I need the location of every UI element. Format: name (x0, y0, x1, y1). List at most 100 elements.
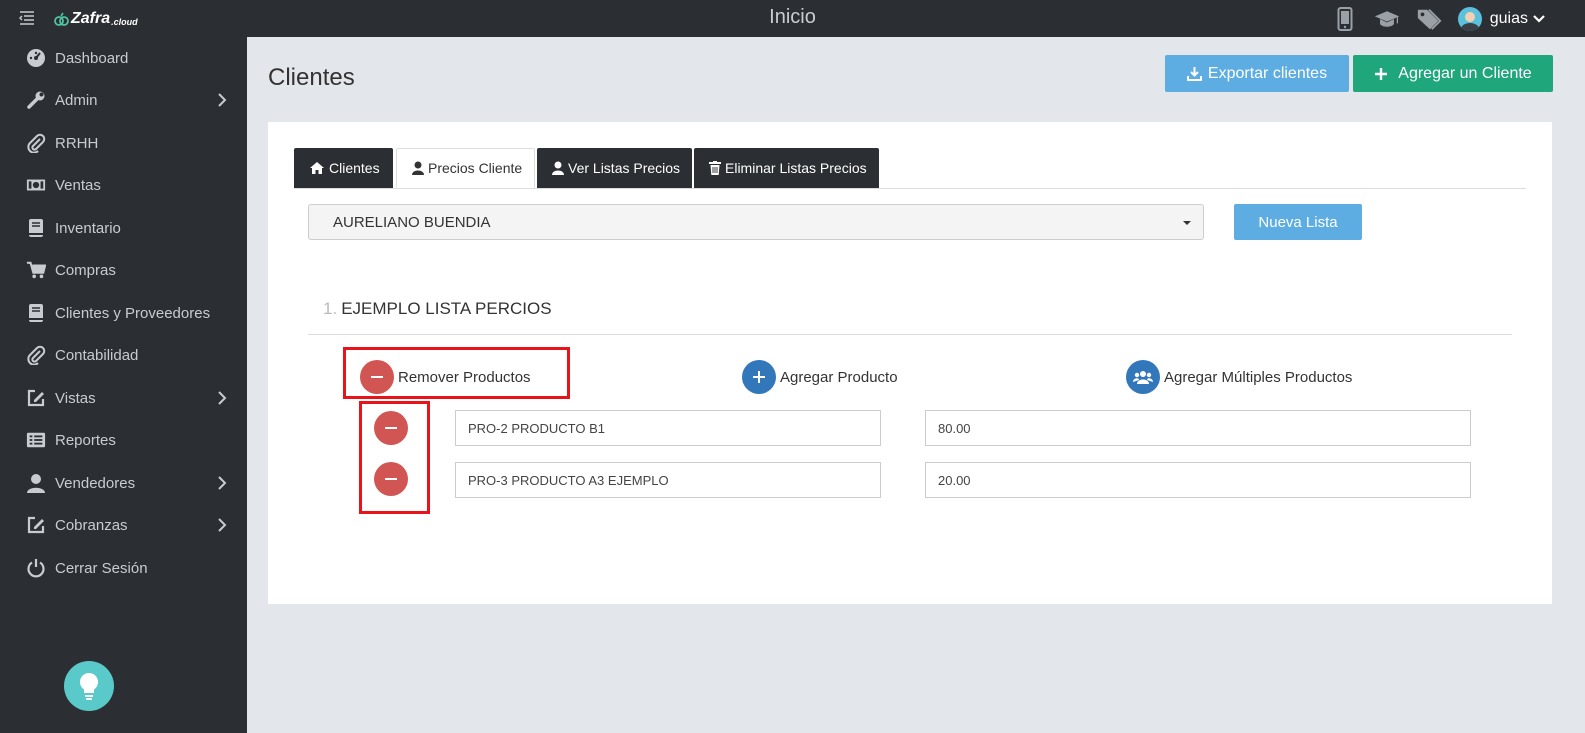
add-product-button[interactable]: Agregar Producto (742, 360, 898, 394)
sidebar-item-label: RRHH (55, 134, 99, 152)
tags-icon[interactable] (1416, 6, 1442, 32)
chevron-right-icon (218, 391, 227, 405)
client-select[interactable]: AURELIANO BUENDIA (308, 204, 1204, 240)
sidebar-item-admin[interactable]: Admin (0, 79, 247, 121)
add-client-label: Agregar un Cliente (1398, 64, 1532, 82)
book-icon (26, 218, 46, 238)
new-list-button[interactable]: Nueva Lista (1234, 204, 1362, 240)
sidebar-item-cerrar-sesion[interactable]: Cerrar Sesión (0, 547, 247, 589)
power-icon (26, 558, 46, 578)
top-bar: Zafra .cloud Inicio guias (0, 0, 1585, 37)
remove-row-button[interactable] (374, 411, 408, 445)
tab-label: Precios Cliente (428, 160, 523, 176)
client-select-value: AURELIANO BUENDIA (333, 213, 491, 231)
price-list-number: 1. (323, 299, 338, 318)
edit-icon (26, 388, 46, 408)
sidebar-item-label: Contabilidad (55, 346, 139, 364)
sidebar-item-vendedores[interactable]: Vendedores (0, 462, 247, 504)
book-icon (26, 303, 46, 323)
sidebar-item-label: Compras (55, 261, 116, 279)
product-field[interactable] (455, 410, 881, 446)
app-logo[interactable]: Zafra .cloud (54, 10, 138, 28)
user-menu[interactable]: guias (1457, 6, 1545, 31)
export-clients-label: Exportar clientes (1207, 64, 1328, 82)
export-clients-button[interactable]: Exportar clientes (1165, 55, 1349, 92)
mobile-icon[interactable] (1332, 6, 1358, 32)
sidebar-item-dashboard[interactable]: Dashboard (0, 37, 247, 79)
trash-icon (709, 161, 721, 175)
help-button[interactable] (64, 661, 114, 711)
minus-icon (385, 427, 397, 429)
price-list-name: EJEMPLO LISTA PERCIOS (341, 299, 552, 318)
sidebar-item-rrhh[interactable]: RRHH (0, 122, 247, 164)
tab-clientes[interactable]: Clientes (294, 148, 393, 188)
tab-eliminar-listas-precios[interactable]: Eliminar Listas Precios (694, 148, 879, 188)
chevron-right-icon (218, 518, 227, 532)
menu-icon[interactable] (18, 9, 36, 27)
sidebar-item-label: Inventario (55, 219, 121, 237)
sidebar-item-inventario[interactable]: Inventario (0, 207, 247, 249)
download-icon (1186, 67, 1202, 81)
cart-icon (26, 260, 46, 280)
caret-down-icon (1183, 221, 1191, 225)
minus-icon (385, 478, 397, 480)
sidebar-item-label: Vistas (55, 389, 96, 407)
page-title: Clientes (268, 64, 355, 91)
sidebar-item-label: Vendedores (55, 474, 136, 492)
sidebar-item-ventas[interactable]: Ventas (0, 164, 247, 206)
sidebar-item-label: Cerrar Sesión (55, 559, 148, 577)
content-card: Clientes Precios Cliente Ver Listas Prec… (268, 122, 1552, 604)
price-field[interactable] (925, 410, 1471, 446)
price-list-title: 1. EJEMPLO LISTA PERCIOS (323, 299, 552, 319)
sidebar-item-label: Admin (55, 91, 98, 109)
wrench-icon (26, 90, 46, 110)
sidebar-item-label: Clientes y Proveedores (55, 304, 211, 322)
avatar (1457, 6, 1482, 31)
price-field[interactable] (925, 462, 1471, 498)
tab-label: Eliminar Listas Precios (725, 160, 867, 176)
user-icon (412, 161, 424, 175)
chevron-right-icon (218, 476, 227, 490)
chevron-down-icon (1533, 14, 1545, 23)
add-multiple-products-label: Agregar Múltiples Productos (1164, 368, 1353, 386)
sidebar-item-cobranzas[interactable]: Cobranzas (0, 504, 247, 546)
sidebar-item-label: Cobranzas (55, 516, 128, 534)
list-divider (308, 334, 1512, 335)
user-name: guias (1489, 9, 1528, 27)
logo-mark-icon (54, 12, 69, 26)
edit-icon (26, 515, 46, 535)
remove-products-label: Remover Productos (398, 368, 531, 386)
add-product-label: Agregar Producto (780, 368, 898, 386)
users-icon (1126, 360, 1160, 394)
product-field[interactable] (455, 462, 881, 498)
tab-divider (294, 188, 1526, 189)
sidebar-item-clientes-proveedores[interactable]: Clientes y Proveedores (0, 292, 247, 334)
sidebar: Dashboard Admin RRHH Ventas Inventario C… (0, 37, 247, 733)
graduation-cap-icon[interactable] (1374, 6, 1400, 32)
tab-label: Clientes (329, 160, 380, 176)
sidebar-item-contabilidad[interactable]: Contabilidad (0, 334, 247, 376)
plus-icon (1375, 67, 1388, 80)
remove-products-button[interactable]: Remover Productos (360, 360, 531, 394)
user-icon (552, 161, 564, 175)
tab-ver-listas-precios[interactable]: Ver Listas Precios (537, 148, 692, 188)
sidebar-item-compras[interactable]: Compras (0, 249, 247, 291)
sidebar-item-label: Reportes (55, 431, 116, 449)
paperclip-icon (26, 133, 46, 153)
tab-label: Ver Listas Precios (568, 160, 681, 176)
chevron-right-icon (218, 93, 227, 107)
money-icon (26, 175, 46, 195)
sidebar-item-label: Dashboard (55, 49, 129, 67)
lightbulb-icon (79, 672, 99, 700)
remove-row-button[interactable] (374, 462, 408, 496)
plus-icon (742, 360, 776, 394)
dashboard-icon (26, 48, 46, 68)
add-client-button[interactable]: Agregar un Cliente (1353, 55, 1553, 92)
tab-precios-cliente[interactable]: Precios Cliente (396, 148, 535, 188)
sidebar-item-reportes[interactable]: Reportes (0, 419, 247, 461)
sidebar-item-vistas[interactable]: Vistas (0, 377, 247, 419)
list-icon (26, 430, 46, 450)
home-icon (310, 162, 324, 174)
paperclip-icon (26, 345, 46, 365)
add-multiple-products-button[interactable]: Agregar Múltiples Productos (1126, 360, 1352, 394)
